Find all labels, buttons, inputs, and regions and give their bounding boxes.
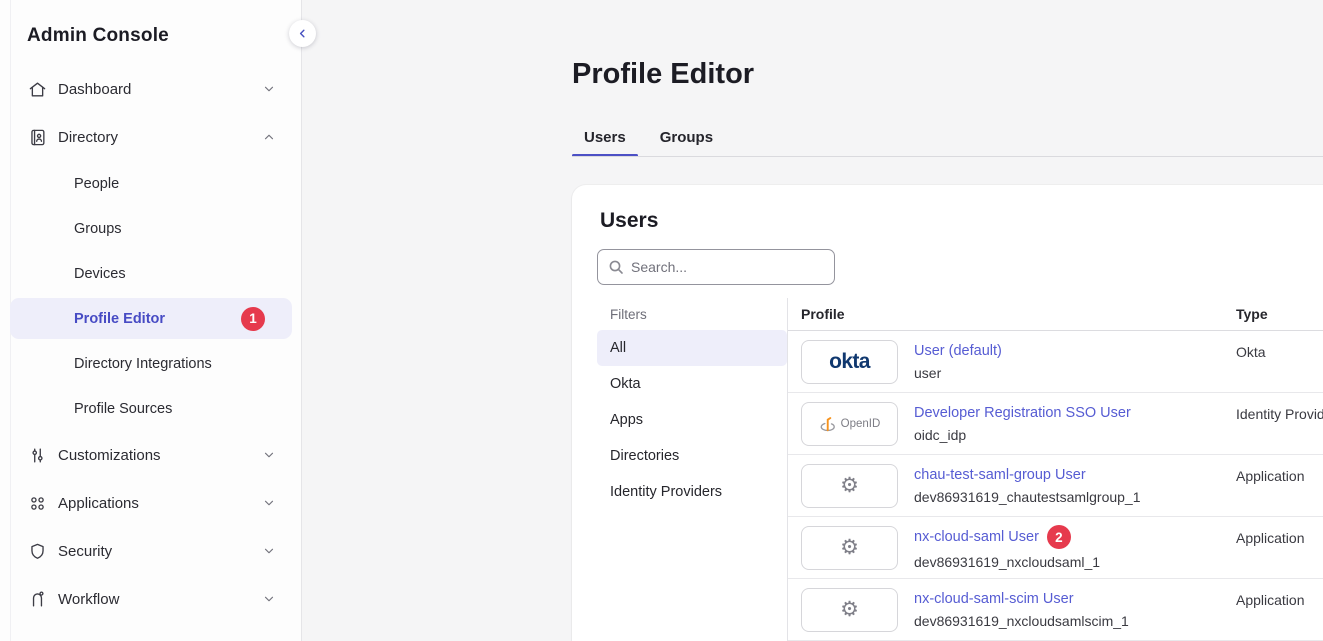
profile-link-nx-cloud-saml-scim[interactable]: nx-cloud-saml-scim User <box>914 591 1074 607</box>
sidebar-item-security[interactable]: Security <box>0 527 300 575</box>
profile-type: Application <box>1236 530 1305 578</box>
sidebar-item-groups[interactable]: Groups <box>0 206 300 251</box>
chevron-down-icon <box>262 448 276 462</box>
admin-console-app: Admin Console Dashboard Directory <box>0 0 1323 641</box>
sidebar-item-customizations[interactable]: Customizations <box>0 431 300 479</box>
sidebar-nav: Dashboard Directory People Groups <box>0 65 300 641</box>
profile-id: dev86931619_nxcloudsamlscim_1 <box>914 613 1129 629</box>
sidebar-item-applications[interactable]: Applications <box>0 479 300 527</box>
profile-id: user <box>914 365 1002 381</box>
profile-id: dev86931619_nxcloudsaml_1 <box>914 554 1100 570</box>
search-input[interactable] <box>631 259 824 275</box>
table-row: ⚙ nx-cloud-saml-scim User dev86931619_nx… <box>788 579 1323 641</box>
table-row: ⚙ chau-test-saml-group User dev86931619_… <box>788 455 1323 517</box>
filters-panel: Filters All Okta Apps Directories Identi… <box>597 298 787 510</box>
app-logo-placeholder: ⚙ <box>801 464 898 508</box>
chevron-left-icon <box>296 27 309 40</box>
filter-all[interactable]: All <box>597 330 787 366</box>
sidebar-item-profile-sources[interactable]: Profile Sources <box>0 386 300 431</box>
sidebar-item-partial[interactable] <box>0 623 300 641</box>
sidebar-item-label: Devices <box>74 266 126 282</box>
openid-logo: OpenID <box>801 402 898 446</box>
profile-type: Application <box>1236 592 1305 640</box>
sidebar-item-label: Workflow <box>58 591 119 608</box>
column-header-profile: Profile <box>788 306 1236 322</box>
sidebar-item-label: Groups <box>74 221 122 237</box>
sidebar-item-workflow[interactable]: Workflow <box>0 575 300 623</box>
sidebar-item-profile-editor[interactable]: Profile Editor 1 <box>10 298 292 339</box>
tab-groups[interactable]: Groups <box>648 118 725 157</box>
shield-icon <box>27 541 47 561</box>
sidebar-item-label: Dashboard <box>58 81 131 98</box>
profile-link-chau-test-saml-group[interactable]: chau-test-saml-group User <box>914 467 1086 483</box>
main-content: Profile Editor Users Groups Users Filter… <box>303 0 1323 641</box>
sidebar-collapse-button[interactable] <box>289 20 316 47</box>
sliders-icon <box>27 445 47 465</box>
table-row: okta User (default) user Okta <box>788 331 1323 393</box>
openid-mark-icon <box>819 415 837 433</box>
apps-grid-icon <box>27 493 47 513</box>
table-header: Profile Type <box>788 298 1323 331</box>
page-title: Profile Editor <box>572 58 754 91</box>
filters-label: Filters <box>597 298 787 330</box>
sidebar-item-label: Applications <box>58 495 139 512</box>
step-badge-1: 1 <box>241 307 265 331</box>
tab-bar: Users Groups <box>572 118 735 157</box>
profile-id: dev86931619_chautestsamlgroup_1 <box>914 489 1141 505</box>
app-logo-placeholder: ⚙ <box>801 588 898 632</box>
sidebar: Admin Console Dashboard Directory <box>0 0 302 641</box>
filter-okta[interactable]: Okta <box>597 366 787 402</box>
home-icon <box>27 79 47 99</box>
chevron-down-icon <box>262 544 276 558</box>
chevron-down-icon <box>262 82 276 96</box>
bar-chart-icon <box>27 637 47 641</box>
sidebar-item-directory-integrations[interactable]: Directory Integrations <box>0 341 300 386</box>
app-title: Admin Console <box>27 25 169 47</box>
filter-apps[interactable]: Apps <box>597 402 787 438</box>
profile-link-nx-cloud-saml[interactable]: nx-cloud-saml User2 <box>914 525 1071 549</box>
tab-users[interactable]: Users <box>572 118 638 157</box>
sidebar-item-label: People <box>74 176 119 192</box>
directory-icon <box>27 127 47 147</box>
table-row: ⚙ nx-cloud-saml User2 dev86931619_nxclou… <box>788 517 1323 579</box>
tab-divider <box>572 156 1323 157</box>
gear-icon: ⚙ <box>840 599 859 620</box>
chevron-up-icon <box>262 130 276 144</box>
sidebar-item-label: Security <box>58 543 112 560</box>
filter-identity-providers[interactable]: Identity Providers <box>597 474 787 510</box>
profile-type: Okta <box>1236 344 1266 392</box>
filter-directories[interactable]: Directories <box>597 438 787 474</box>
users-card: Users Filters All Okta Apps Directories … <box>572 185 1323 641</box>
sidebar-item-label: Profile Editor <box>74 311 165 327</box>
card-title: Users <box>600 209 658 233</box>
profile-link-user-default[interactable]: User (default) <box>914 343 1002 359</box>
profile-id: oidc_idp <box>914 427 1131 443</box>
sidebar-item-label: Directory <box>58 129 118 146</box>
profile-type: Application <box>1236 468 1305 516</box>
sidebar-item-dashboard[interactable]: Dashboard <box>0 65 300 113</box>
search-box <box>597 249 835 285</box>
okta-logo: okta <box>801 340 898 384</box>
profiles-table: Profile Type okta User (default) user <box>788 298 1323 641</box>
sidebar-item-label: Profile Sources <box>74 401 172 417</box>
sidebar-item-directory[interactable]: Directory <box>0 113 300 161</box>
table-row: OpenID Developer Registration SSO User o… <box>788 393 1323 455</box>
column-header-type: Type <box>1236 306 1268 322</box>
sidebar-item-devices[interactable]: Devices <box>0 251 300 296</box>
search-icon <box>608 259 624 275</box>
profile-type: Identity Provider <box>1236 406 1323 454</box>
chevron-down-icon <box>262 592 276 606</box>
step-badge-2: 2 <box>1047 525 1071 549</box>
sidebar-item-label: Customizations <box>58 447 161 464</box>
gear-icon: ⚙ <box>840 537 859 558</box>
sidebar-item-people[interactable]: People <box>0 161 300 206</box>
app-logo-placeholder: ⚙ <box>801 526 898 570</box>
profile-link-dev-registration-sso[interactable]: Developer Registration SSO User <box>914 405 1131 421</box>
workflow-icon <box>27 589 47 609</box>
chevron-down-icon <box>262 496 276 510</box>
gear-icon: ⚙ <box>840 475 859 496</box>
sidebar-item-label: Directory Integrations <box>74 356 212 372</box>
